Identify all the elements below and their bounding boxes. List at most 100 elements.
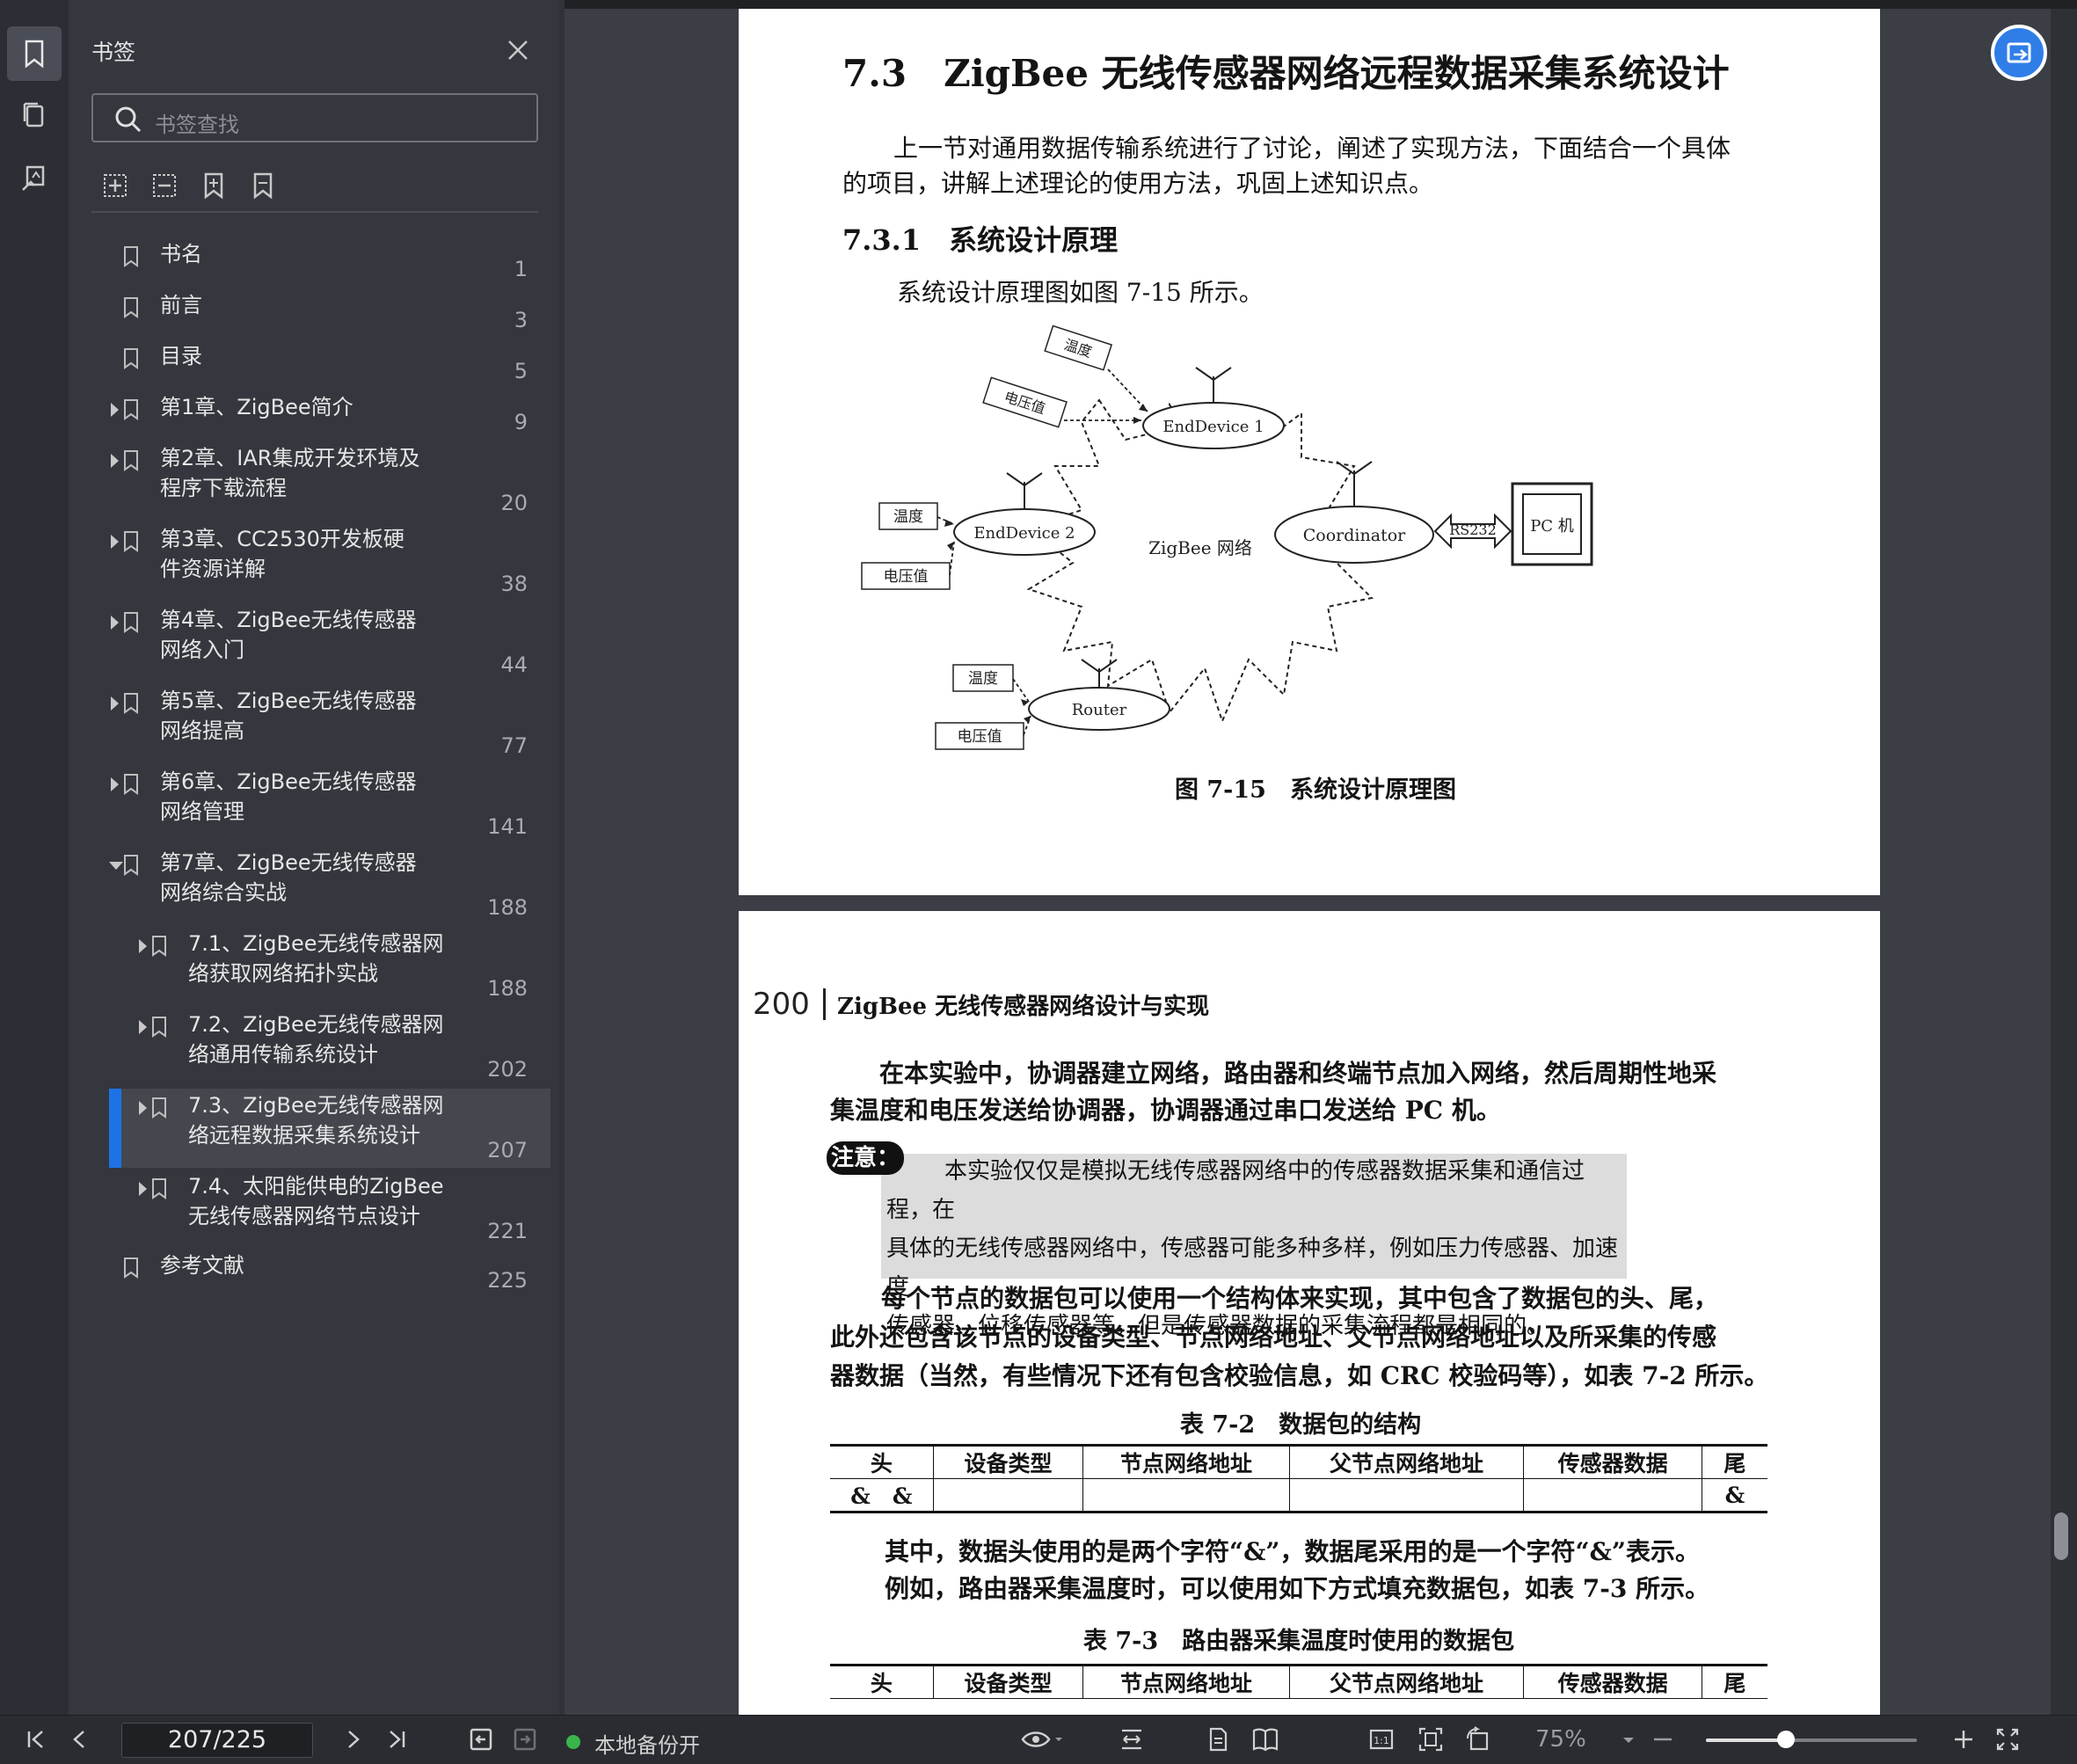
bookmark-page: 141	[487, 814, 528, 839]
bookmark-icon	[123, 531, 139, 552]
zoom-dropdown-icon[interactable]	[1620, 1726, 1637, 1753]
eye-comfort-icon[interactable]	[1020, 1726, 1064, 1753]
table-header-cell: 传感器数据	[1523, 1444, 1702, 1479]
running-head-title: ZigBee 无线传感器网络设计与实现	[837, 994, 1210, 1020]
page-number-input[interactable]: 207/225	[121, 1723, 313, 1758]
figure-caption: 图 7-15 系统设计原理图	[1175, 776, 1456, 804]
backup-status-icon	[566, 1735, 580, 1749]
bookmark-item[interactable]: 7.4、太阳能供电的ZigBee无线传感器网络节点设计 221	[109, 1170, 550, 1249]
paragraph-2-line-2: 此外还包含该节点的设备类型、节点网络地址、父节点网络地址以及所采集的传感	[830, 1323, 1717, 1352]
prev-page-icon[interactable]	[67, 1726, 93, 1753]
panel-divider	[91, 211, 538, 213]
search-icon	[114, 106, 142, 137]
collapsed-arrow-icon[interactable]	[139, 1101, 147, 1115]
collapsed-arrow-icon[interactable]	[139, 1182, 147, 1196]
paragraph-3-line-2: 例如，路由器采集温度时，可以使用如下方式填充数据包，如表 7-3 所示。	[885, 1574, 1710, 1603]
collapsed-arrow-icon[interactable]	[139, 939, 147, 953]
bookmark-label: 第4章、ZigBee无线传感器网络入门	[160, 608, 417, 662]
bookmark-icon	[151, 1097, 167, 1119]
bookmark-item[interactable]: 第2章、IAR集成开发环境及程序下载流程 20	[109, 441, 550, 521]
fullscreen-icon[interactable]	[1994, 1726, 2021, 1753]
next-page-icon[interactable]	[339, 1726, 366, 1753]
bookmark-item[interactable]: 7.2、ZigBee无线传感器网络通用传输系统设计 202	[109, 1008, 550, 1087]
bookmark-item[interactable]: 7.3、ZigBee无线传感器网络远程数据采集系统设计 207	[109, 1089, 550, 1168]
table-header-cell: 设备类型	[932, 1664, 1083, 1699]
actual-size-icon[interactable]: 1:1	[1368, 1726, 1395, 1753]
subsection-heading: 7.3.1 系统设计原理	[842, 223, 1119, 257]
first-page-icon[interactable]	[23, 1726, 49, 1753]
collapsed-arrow-icon[interactable]	[111, 535, 119, 549]
fit-width-icon[interactable]	[1119, 1726, 1145, 1753]
table-cell: &	[1701, 1478, 1767, 1513]
bookmark-label: 第2章、IAR集成开发环境及程序下载流程	[160, 446, 420, 500]
single-page-icon[interactable]	[1205, 1726, 1231, 1753]
back-icon[interactable]	[468, 1726, 494, 1753]
bookmark-page: 77	[500, 733, 528, 758]
close-panel-icon[interactable]	[503, 35, 533, 65]
convert-icon[interactable]	[1991, 25, 2047, 81]
table-7-2: 头设备类型 节点网络地址 父节点网络地址 传感器数据尾 & & &	[830, 1444, 1767, 1513]
coordinator-label: Coordinator	[1303, 526, 1406, 545]
bookmark-item[interactable]: 第3章、CC2530开发板硬件资源详解 38	[109, 522, 550, 601]
collapsed-arrow-icon[interactable]	[111, 777, 119, 791]
expand-all-icon[interactable]	[100, 171, 130, 200]
bookmark-item[interactable]: 7.1、ZigBee无线传感器网络获取网络拓扑实战 188	[109, 927, 550, 1006]
bookmark-item[interactable]: 第5章、ZigBee无线传感器网络提高 77	[109, 684, 550, 763]
collapsed-arrow-icon[interactable]	[111, 696, 119, 711]
double-page-icon[interactable]	[1250, 1726, 1279, 1753]
collapsed-arrow-icon[interactable]	[139, 1020, 147, 1034]
thumbnail-panel-icon[interactable]	[7, 88, 62, 142]
bookmark-item[interactable]: 参考文献 225	[109, 1249, 550, 1298]
bookmark-item[interactable]: 第1章、ZigBee简介 9	[109, 390, 550, 440]
collapsed-arrow-icon[interactable]	[111, 403, 119, 417]
zoom-in-icon[interactable]	[1950, 1726, 1977, 1753]
expanded-arrow-icon[interactable]	[109, 862, 123, 870]
collapse-all-icon[interactable]	[149, 171, 179, 200]
bookmark-item[interactable]: 目录 5	[109, 339, 550, 389]
zoom-level[interactable]: 75%	[1535, 1726, 1586, 1753]
bookmark-icon	[123, 774, 139, 795]
table-header-cell: 尾	[1701, 1664, 1767, 1699]
collapsed-arrow-icon[interactable]	[111, 616, 119, 630]
bookmark-panel-icon[interactable]	[7, 26, 62, 81]
bookmark-item[interactable]: 第7章、ZigBee无线传感器网络综合实战 188	[109, 846, 550, 925]
bookmark-item[interactable]: 第4章、ZigBee无线传感器网络入门 44	[109, 603, 550, 682]
bookmark-icon	[123, 399, 139, 420]
backup-status-label[interactable]: 本地备份开	[594, 1728, 700, 1759]
svg-text:1:1: 1:1	[1374, 1735, 1389, 1746]
rotate-icon[interactable]	[1465, 1726, 1491, 1753]
note-text: 本实验仅仅是模拟无线传感器网络中的传感器数据采集和通信过程，在 具体的无线传感器…	[886, 1152, 1625, 1345]
zoom-out-icon[interactable]	[1650, 1726, 1676, 1753]
document-scrollbar[interactable]	[2051, 9, 2077, 1715]
annotation-panel-icon[interactable]	[7, 151, 62, 206]
paragraph-1-line-1: 在本实验中，协调器建立网络，路由器和终端节点加入网络，然后周期性地采	[879, 1059, 1717, 1088]
bookmark-item[interactable]: 第6章、ZigBee无线传感器网络管理 141	[109, 765, 550, 844]
bookmark-page: 44	[500, 652, 528, 677]
forward-icon[interactable]	[512, 1726, 538, 1753]
remove-bookmark-icon[interactable]	[248, 171, 278, 200]
fit-page-icon[interactable]	[1417, 1726, 1444, 1753]
bookmark-search-input[interactable]: 书签查找	[91, 93, 538, 142]
add-bookmark-icon[interactable]	[199, 171, 229, 200]
collapsed-arrow-icon[interactable]	[111, 454, 119, 468]
figure-reference: 系统设计原理图如图 7-15 所示。	[897, 278, 1264, 307]
document-scroll-thumb[interactable]	[2054, 1513, 2068, 1560]
table-header-cell: 头	[830, 1444, 934, 1479]
bookmark-item[interactable]: 前言 3	[109, 288, 550, 338]
bookmark-page: 3	[514, 308, 528, 332]
router-label: Router	[1072, 701, 1127, 719]
zoom-slider-knob[interactable]	[1777, 1731, 1796, 1748]
table-header-cell: 头	[830, 1664, 934, 1699]
bookmark-label: 7.1、ZigBee无线传感器网络获取网络拓扑实战	[188, 931, 444, 986]
bookmark-page: 38	[500, 572, 528, 596]
bookmark-icon	[123, 246, 139, 267]
status-bar: 207/225 本地备份开 1:1 75%	[0, 1715, 2077, 1764]
paragraph-2-line-1: 每个节点的数据包可以使用一个结构体来实现，其中包含了数据包的头、尾，	[881, 1284, 1719, 1313]
last-page-icon[interactable]	[383, 1726, 410, 1753]
bookmark-page: 225	[487, 1268, 528, 1293]
bookmark-icon	[151, 936, 167, 957]
table-header-cell: 父节点网络地址	[1288, 1444, 1524, 1479]
bookmark-item[interactable]: 书名 1	[109, 237, 550, 287]
note-line-1: 本实验仅仅是模拟无线传感器网络中的传感器数据采集和通信过程，在	[886, 1158, 1585, 1223]
left-tool-rail	[0, 0, 69, 1715]
